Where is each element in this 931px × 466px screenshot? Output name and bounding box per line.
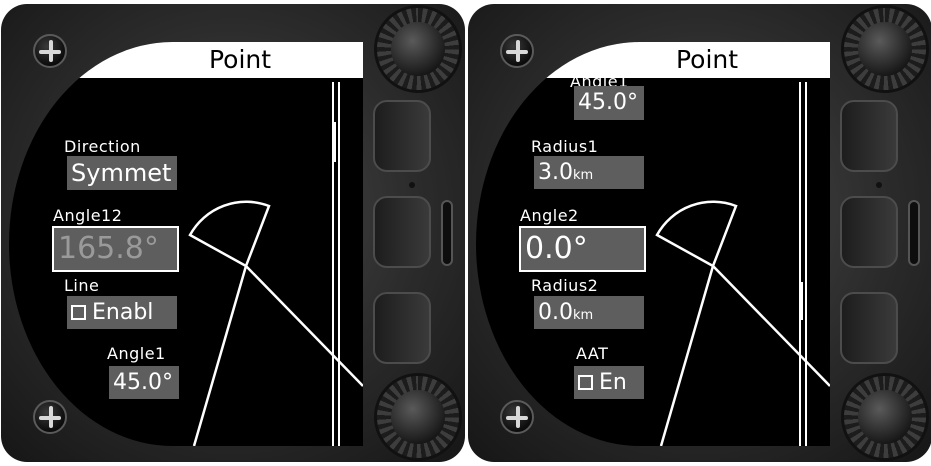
direction-label: Direction: [64, 137, 141, 156]
device-right: Angle1 Point 45.0° Radius1 3.0km Angle2 …: [468, 4, 931, 462]
radius1-field[interactable]: 3.0km: [534, 156, 644, 189]
angle1-label: Angle1: [107, 344, 166, 363]
top-rotary-knob[interactable]: [844, 8, 926, 90]
softkey-upper[interactable]: [840, 100, 898, 172]
softkey-middle[interactable]: [840, 196, 898, 268]
angle1-field[interactable]: 45.0°: [574, 86, 644, 120]
indicator-dot: [409, 182, 415, 188]
radius1-label: Radius1: [531, 137, 599, 156]
radius1-value: 3.0: [538, 160, 573, 185]
radius2-label: Radius2: [531, 276, 599, 295]
line-value: Enabl: [92, 300, 154, 325]
radius2-unit: km: [573, 308, 594, 323]
angle1-field[interactable]: 45.0°: [109, 366, 179, 399]
aat-field[interactable]: En: [574, 366, 644, 399]
line-field[interactable]: Enabl: [67, 296, 177, 329]
indicator-dot: [876, 182, 882, 188]
lcd-screen: Angle1 Point 45.0° Radius1 3.0km Angle2 …: [476, 42, 830, 446]
line-label: Line: [64, 276, 100, 295]
softkey-upper[interactable]: [373, 100, 431, 172]
lcd-screen: Point Direction Symmet Angle12 165.8° Li…: [9, 42, 363, 446]
aat-value: En: [599, 370, 627, 395]
radius2-field[interactable]: 0.0km: [534, 296, 644, 329]
softkey-lower[interactable]: [373, 292, 431, 364]
aat-label: AAT: [576, 344, 609, 363]
radius2-value: 0.0: [538, 300, 573, 325]
top-rotary-knob[interactable]: [377, 8, 459, 90]
angle12-value: 165.8°: [58, 231, 159, 266]
angle1-value: 45.0°: [113, 370, 173, 395]
direction-value: Symmet: [71, 159, 172, 187]
softkey-middle[interactable]: [373, 196, 431, 268]
radius1-unit: km: [573, 168, 594, 183]
bottom-rotary-knob[interactable]: [377, 376, 459, 458]
angle12-label: Angle12: [53, 206, 123, 225]
softkey-lower[interactable]: [840, 292, 898, 364]
angle2-field[interactable]: 0.0°: [519, 226, 646, 272]
angle1-value: 45.0°: [578, 90, 638, 115]
bottom-rotary-knob[interactable]: [844, 376, 926, 458]
side-slot: [908, 200, 920, 266]
device-left: Point Direction Symmet Angle12 165.8° Li…: [1, 4, 465, 462]
angle2-label: Angle2: [520, 206, 579, 225]
page-title: Point: [676, 45, 739, 74]
angle12-field[interactable]: 165.8°: [52, 226, 179, 272]
checkbox-icon[interactable]: [71, 305, 86, 320]
angle2-value: 0.0°: [525, 231, 588, 266]
checkbox-icon[interactable]: [578, 375, 593, 390]
side-slot: [441, 200, 453, 266]
direction-field[interactable]: Symmet: [67, 156, 177, 190]
title-bar: Point: [476, 42, 830, 78]
